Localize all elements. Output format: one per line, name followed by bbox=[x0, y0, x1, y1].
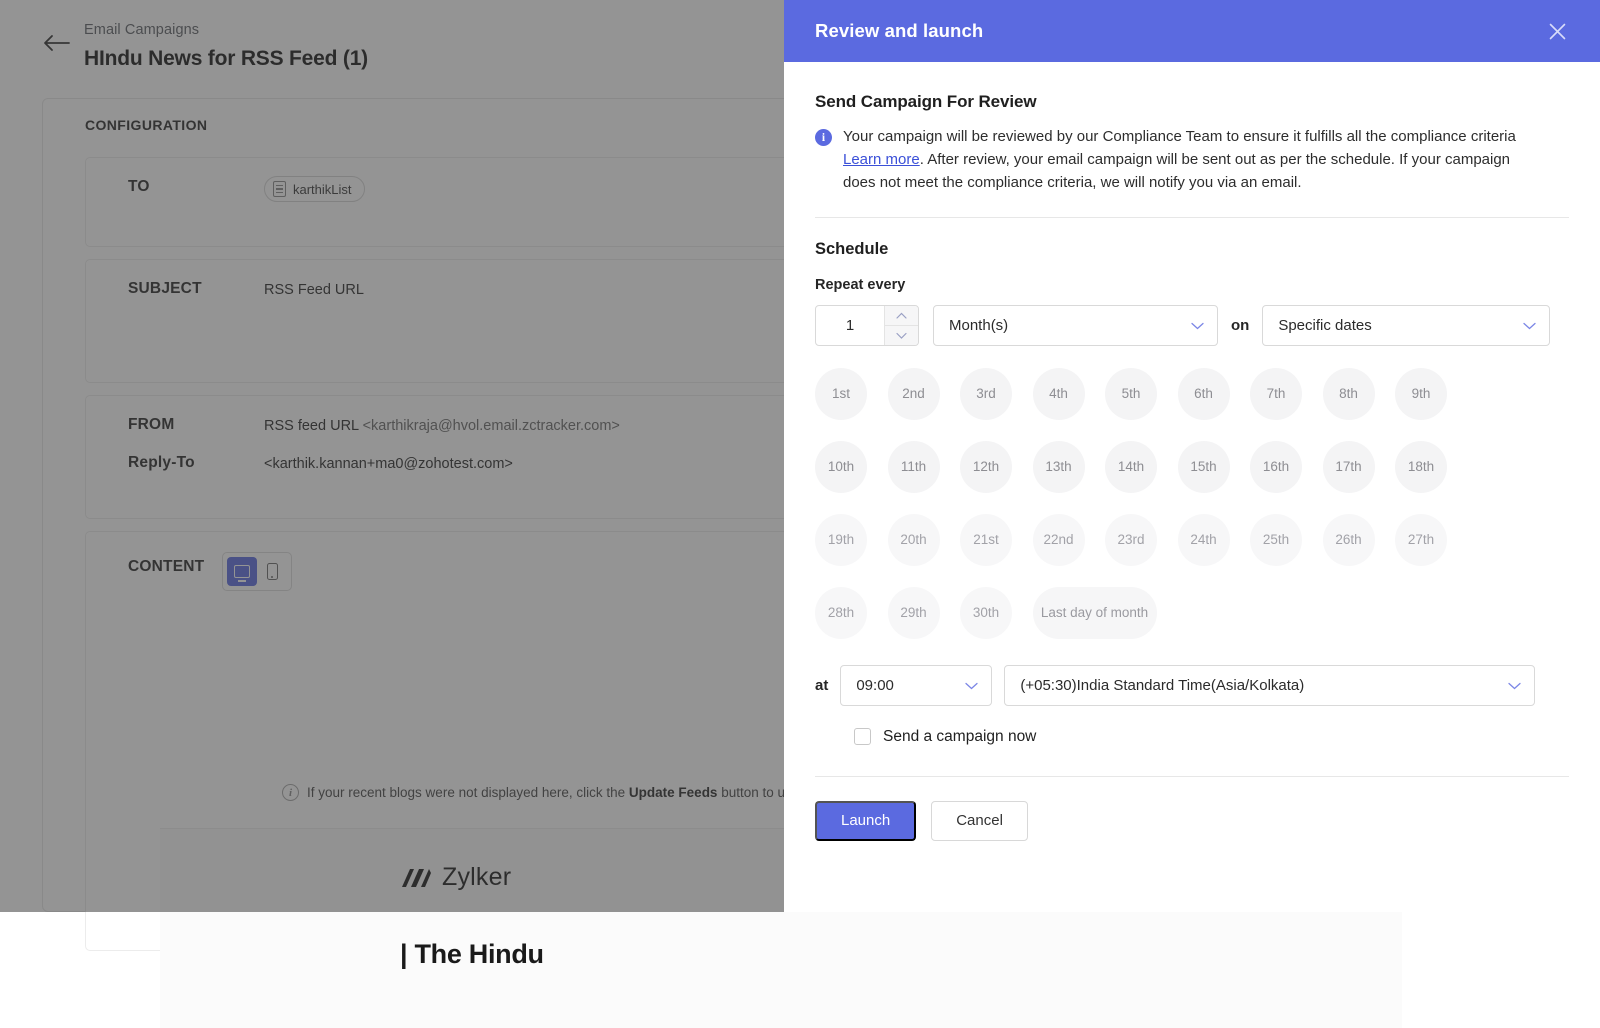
repeat-unit-select[interactable]: Month(s) bbox=[933, 305, 1218, 346]
date-option[interactable]: 11th bbox=[888, 441, 940, 493]
time-value: 09:00 bbox=[856, 677, 894, 694]
repeat-unit-value: Month(s) bbox=[949, 317, 1008, 334]
interval-stepper[interactable]: 1 bbox=[815, 305, 919, 346]
date-option[interactable]: 28th bbox=[815, 587, 867, 639]
repeat-every-label: Repeat every bbox=[815, 277, 1569, 293]
date-option[interactable]: 8th bbox=[1323, 368, 1375, 420]
chevron-down-icon bbox=[1508, 677, 1521, 694]
date-option[interactable]: 16th bbox=[1250, 441, 1302, 493]
compliance-notice: i Your campaign will be reviewed by our … bbox=[815, 126, 1569, 195]
launch-button[interactable]: Launch bbox=[815, 801, 916, 841]
date-option[interactable]: 20th bbox=[888, 514, 940, 566]
date-option[interactable]: 24th bbox=[1178, 514, 1230, 566]
stepper-down-icon[interactable] bbox=[885, 326, 918, 345]
notice-part1: Your campaign will be reviewed by our Co… bbox=[843, 128, 1516, 145]
cancel-button[interactable]: Cancel bbox=[931, 801, 1028, 841]
date-option[interactable]: 30th bbox=[960, 587, 1012, 639]
dialog-footer: Launch Cancel bbox=[815, 777, 1569, 841]
date-option[interactable]: 1st bbox=[815, 368, 867, 420]
date-option[interactable]: 9th bbox=[1395, 368, 1447, 420]
date-option[interactable]: 23rd bbox=[1105, 514, 1157, 566]
dialog-body: Send Campaign For Review i Your campaign… bbox=[784, 62, 1600, 912]
send-now-label: Send a campaign now bbox=[883, 728, 1036, 746]
date-option[interactable]: 26th bbox=[1323, 514, 1375, 566]
date-option[interactable]: 25th bbox=[1250, 514, 1302, 566]
send-now-row[interactable]: Send a campaign now bbox=[854, 728, 1569, 746]
schedule-heading: Schedule bbox=[815, 240, 1569, 259]
on-label: on bbox=[1231, 317, 1249, 334]
date-option[interactable]: 17th bbox=[1323, 441, 1375, 493]
date-option[interactable]: 21st bbox=[960, 514, 1012, 566]
dialog-title: Review and launch bbox=[815, 20, 983, 42]
preview-headline: | The Hindu bbox=[400, 939, 544, 970]
time-row: at 09:00 (+05:30)India Standard Time(Asi… bbox=[815, 665, 1569, 706]
chevron-down-icon bbox=[1523, 317, 1536, 334]
date-option[interactable]: 22nd bbox=[1033, 514, 1085, 566]
interval-value[interactable]: 1 bbox=[816, 306, 884, 345]
date-option[interactable]: 6th bbox=[1178, 368, 1230, 420]
stepper-buttons[interactable] bbox=[884, 306, 918, 345]
at-label: at bbox=[815, 677, 828, 694]
date-option[interactable]: 4th bbox=[1033, 368, 1085, 420]
learn-more-link[interactable]: Learn more bbox=[843, 151, 920, 168]
date-option[interactable]: 2nd bbox=[888, 368, 940, 420]
date-option[interactable]: 19th bbox=[815, 514, 867, 566]
time-select[interactable]: 09:00 bbox=[840, 665, 992, 706]
divider bbox=[815, 217, 1569, 218]
date-option[interactable]: 18th bbox=[1395, 441, 1447, 493]
timezone-select[interactable]: (+05:30)India Standard Time(Asia/Kolkata… bbox=[1004, 665, 1535, 706]
date-option[interactable]: 27th bbox=[1395, 514, 1447, 566]
dialog-header: Review and launch bbox=[784, 0, 1600, 62]
date-option[interactable]: 14th bbox=[1105, 441, 1157, 493]
repeat-mode-value: Specific dates bbox=[1278, 317, 1371, 334]
close-icon[interactable] bbox=[1544, 18, 1570, 44]
review-and-launch-dialog: Review and launch Send Campaign For Revi… bbox=[784, 0, 1600, 912]
date-option[interactable]: 15th bbox=[1178, 441, 1230, 493]
date-option[interactable]: 13th bbox=[1033, 441, 1085, 493]
date-option[interactable]: 7th bbox=[1250, 368, 1302, 420]
date-option[interactable]: 12th bbox=[960, 441, 1012, 493]
date-option[interactable]: 5th bbox=[1105, 368, 1157, 420]
modal-overlay[interactable] bbox=[0, 0, 784, 912]
notice-part2: . After review, your email campaign will… bbox=[843, 151, 1510, 191]
date-option-last-day[interactable]: Last day of month bbox=[1033, 587, 1157, 639]
compliance-notice-text: Your campaign will be reviewed by our Co… bbox=[843, 126, 1543, 195]
date-option[interactable]: 3rd bbox=[960, 368, 1012, 420]
specific-dates-grid[interactable]: 1st 2nd 3rd 4th 5th 6th 7th 8th 9th 10th… bbox=[815, 368, 1569, 639]
date-option[interactable]: 29th bbox=[888, 587, 940, 639]
chevron-down-icon bbox=[1191, 317, 1204, 334]
repeat-every-row: 1 Month(s) on Specific dates bbox=[815, 305, 1569, 346]
send-for-review-heading: Send Campaign For Review bbox=[815, 92, 1569, 112]
timezone-value: (+05:30)India Standard Time(Asia/Kolkata… bbox=[1020, 677, 1304, 694]
date-option[interactable]: 10th bbox=[815, 441, 867, 493]
repeat-mode-select[interactable]: Specific dates bbox=[1262, 305, 1550, 346]
chevron-down-icon bbox=[965, 677, 978, 694]
stepper-up-icon[interactable] bbox=[885, 306, 918, 326]
preview-subline bbox=[400, 989, 403, 1001]
send-now-checkbox[interactable] bbox=[854, 728, 871, 745]
info-icon: i bbox=[815, 129, 832, 146]
